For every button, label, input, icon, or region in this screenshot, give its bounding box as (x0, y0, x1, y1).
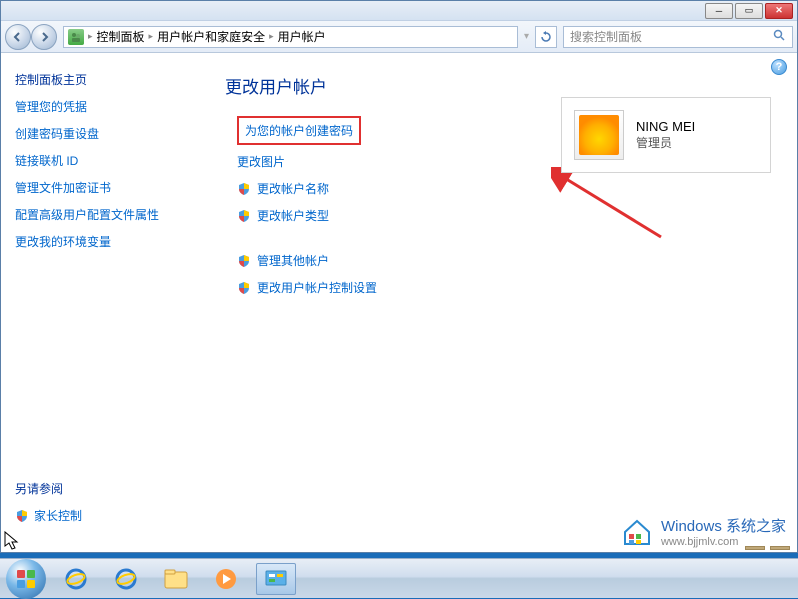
action-change-type[interactable]: 更改帐户类型 (237, 207, 773, 224)
account-name: NING MEI (636, 119, 695, 134)
highlighted-action: 为您的帐户创建密码 (237, 116, 361, 145)
sidebar-link-online-id[interactable]: 链接联机 ID (15, 152, 187, 169)
shield-icon (237, 254, 251, 268)
sidebar-link-env-vars[interactable]: 更改我的环境变量 (15, 233, 187, 250)
account-role: 管理员 (636, 134, 695, 151)
sidebar-link-password-disk[interactable]: 创建密码重设盘 (15, 125, 187, 142)
shield-icon (237, 182, 251, 196)
taskbar (0, 558, 798, 598)
search-icon (773, 29, 786, 45)
minimize-button[interactable]: ─ (705, 3, 733, 19)
refresh-button[interactable] (535, 26, 557, 48)
main-content: 更改用户帐户 为您的帐户创建密码 更改图片 更改帐户名称 更改帐户类型 (201, 53, 797, 552)
sidebar-link-advanced-profile[interactable]: 配置高级用户配置文件属性 (15, 206, 187, 223)
shield-icon (237, 281, 251, 295)
sidebar-link-encryption-cert[interactable]: 管理文件加密证书 (15, 179, 187, 196)
taskbar-ie-icon[interactable] (56, 563, 96, 595)
see-also-title: 另请参阅 (15, 480, 187, 497)
shield-icon (15, 509, 29, 523)
window-titlebar: ─ ▭ ✕ (1, 1, 797, 21)
forward-button[interactable] (31, 24, 57, 50)
house-icon (621, 516, 653, 548)
back-button[interactable] (5, 24, 31, 50)
breadcrumb-item[interactable]: 控制面板 (97, 28, 145, 45)
action-change-uac[interactable]: 更改用户帐户控制设置 (237, 279, 773, 296)
page-title: 更改用户帐户 (225, 73, 773, 98)
breadcrumb-item[interactable]: 用户帐户 (278, 28, 326, 45)
sidebar-link-credentials[interactable]: 管理您的凭据 (15, 98, 187, 115)
shield-icon (237, 209, 251, 223)
action-manage-other[interactable]: 管理其他帐户 (237, 252, 773, 269)
sidebar: 控制面板主页 管理您的凭据 创建密码重设盘 链接联机 ID 管理文件加密证书 配… (1, 53, 201, 552)
breadcrumb-dropdown[interactable]: ▾ (524, 31, 529, 42)
action-create-password[interactable]: 为您的帐户创建密码 (245, 122, 353, 139)
action-change-name[interactable]: 更改帐户名称 (237, 180, 773, 197)
breadcrumb[interactable]: ▸ 控制面板 ▸ 用户帐户和家庭安全 ▸ 用户帐户 (63, 26, 518, 48)
sidebar-home-link[interactable]: 控制面板主页 (15, 71, 187, 88)
taskbar-ie-icon-2[interactable] (106, 563, 146, 595)
search-placeholder: 搜索控制面板 (570, 28, 642, 45)
taskbar-media-icon[interactable] (206, 563, 246, 595)
start-button[interactable] (6, 559, 46, 599)
breadcrumb-item[interactable]: 用户帐户和家庭安全 (157, 28, 265, 45)
watermark-title: Windows 系统之家 (661, 515, 786, 536)
taskbar-control-panel-icon[interactable] (256, 563, 296, 595)
sidebar-link-parental-control[interactable]: 家长控制 (15, 507, 187, 524)
search-input[interactable]: 搜索控制面板 (563, 26, 793, 48)
maximize-button[interactable]: ▭ (735, 3, 763, 19)
navigation-bar: ▸ 控制面板 ▸ 用户帐户和家庭安全 ▸ 用户帐户 ▾ 搜索控制面板 (1, 21, 797, 53)
taskbar-explorer-icon[interactable] (156, 563, 196, 595)
watermark-sub: www.bjjmlv.com (661, 536, 786, 548)
watermark: Windows 系统之家 www.bjjmlv.com (621, 515, 786, 548)
user-accounts-icon (68, 29, 84, 45)
account-card: NING MEI 管理员 (561, 97, 771, 173)
avatar (574, 110, 624, 160)
close-button[interactable]: ✕ (765, 3, 793, 19)
